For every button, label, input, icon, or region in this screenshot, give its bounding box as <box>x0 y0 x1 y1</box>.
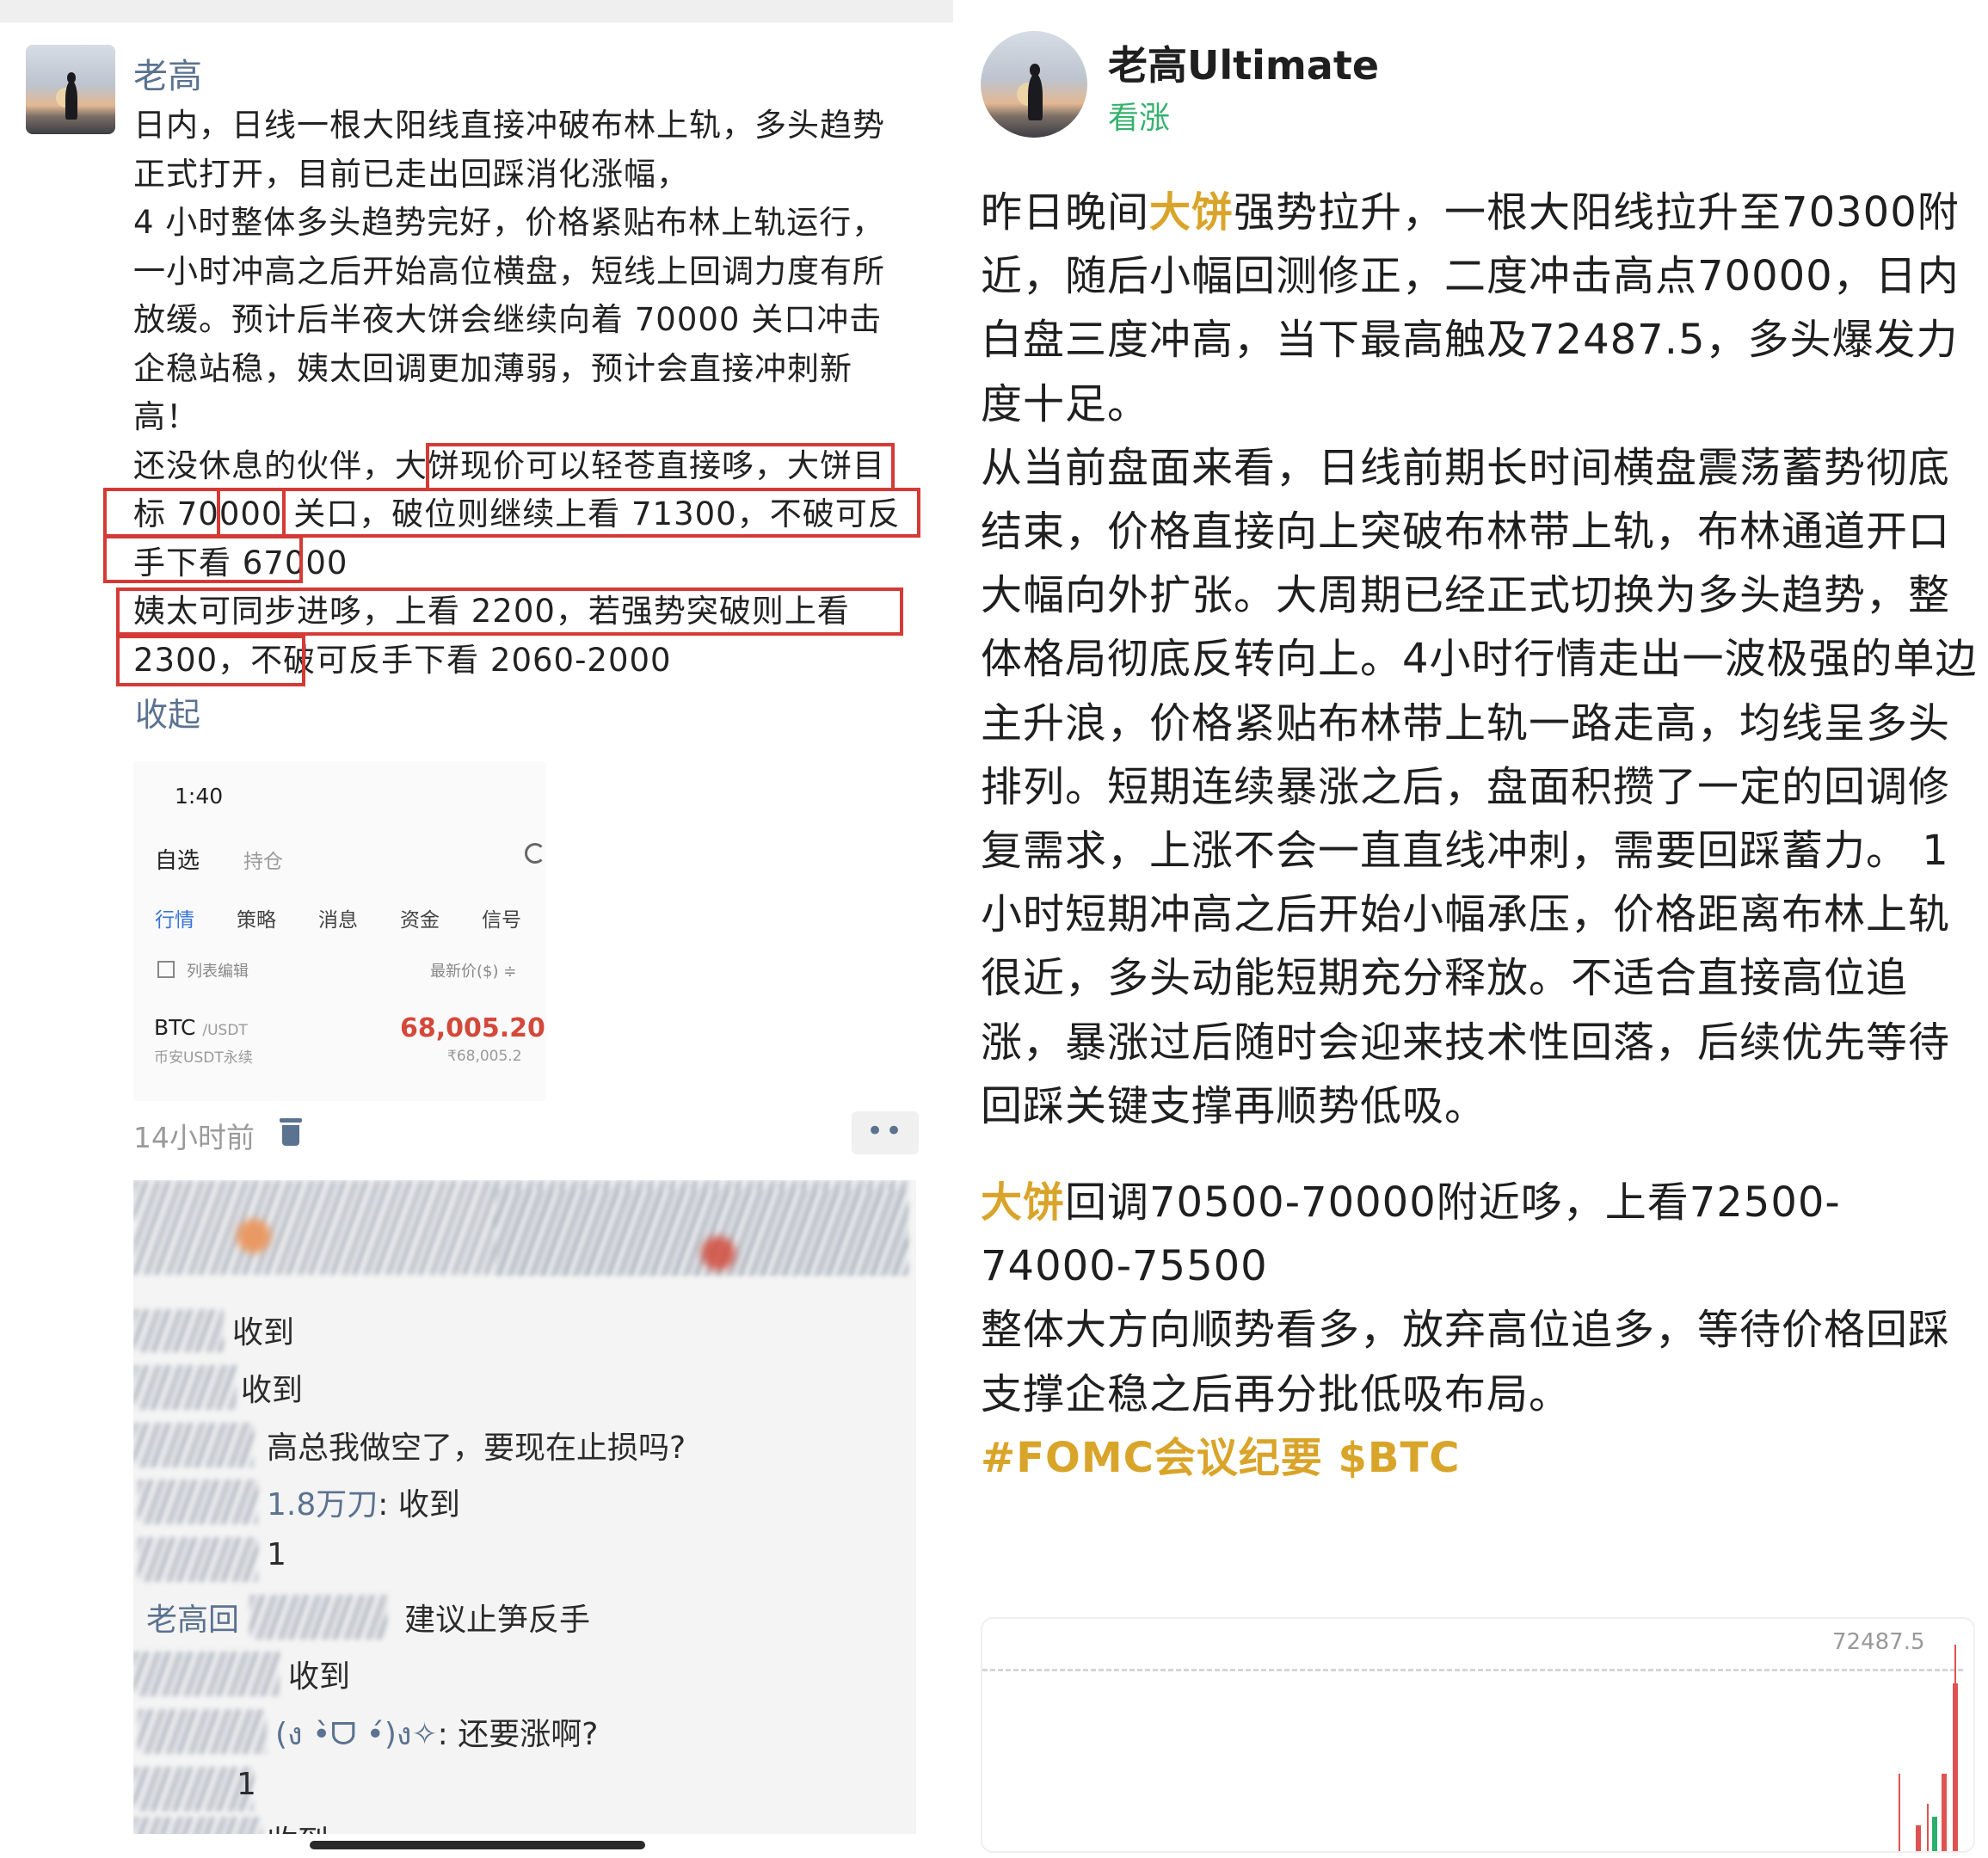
more-button[interactable]: •• <box>852 1111 919 1154</box>
post-paragraph: 从当前盘面来看，日线前期长时间横盘震荡蓄势彻底结束，价格直接向上突破布林带上轨，… <box>981 443 1978 1130</box>
comment-row: 老高回 <box>146 1595 239 1640</box>
comment-text: 收到 <box>241 1373 304 1408</box>
nav-market[interactable]: 行情 <box>155 903 194 932</box>
embedded-screenshot[interactable]: 1:40 自选 持仓 行情 策略 消息 资金 信号 列表编辑 最新价($) ≑ … <box>133 761 546 1101</box>
nav-news[interactable]: 消息 <box>318 903 358 932</box>
tab-positions[interactable]: 持仓 <box>243 845 283 874</box>
sentiment-tag: 看涨 <box>1108 101 1171 136</box>
post-paragraph: 大饼回调70500-70000附近哆，上看72500-74000-75500 <box>981 1171 1979 1298</box>
collapse-link[interactable]: 收起 <box>135 688 200 735</box>
redacted-username <box>249 1595 387 1640</box>
comment-text: 1 <box>267 1537 286 1572</box>
author-avatar[interactable] <box>26 45 115 134</box>
peak-dashed-line <box>982 1669 1963 1671</box>
comment-text: 高总我做空了，要现在止损吗? <box>267 1430 686 1466</box>
comment-text: 1 <box>237 1767 256 1802</box>
comment-user[interactable]: 老高回 <box>146 1603 239 1638</box>
comment-text: 收到 <box>288 1659 351 1695</box>
redacted-username <box>133 1817 262 1834</box>
redacted-username <box>138 1480 258 1524</box>
candle-bar <box>1953 1683 1958 1851</box>
redacted-username <box>138 1709 267 1754</box>
post-paragraph: 4 小时整体多头趋势完好，价格紧贴布林上轨运行，一小时冲高之后开始高位横盘，短线… <box>133 204 885 435</box>
comment-user[interactable]: (ง •̀ᗜ •́)ง✧ <box>275 1717 438 1752</box>
annotation-box <box>116 588 903 636</box>
post-paragraph: 整体大方向顺势看多，放弃高位追多，等待价格回踩支撑企稳之后再分批低吸布局。 <box>981 1306 1951 1418</box>
redacted-comment <box>495 1189 908 1275</box>
right-screenshot: 老高Ultimate 看涨 昨日晚间大饼强势拉升，一根大阳线拉升至70300附近… <box>953 0 1988 1858</box>
nav-funds[interactable]: 资金 <box>400 903 440 932</box>
comment-text: : 收到 <box>378 1487 460 1523</box>
price-header[interactable]: 最新价($) ≑ <box>430 959 516 981</box>
author-name[interactable]: 老高Ultimate <box>1108 34 1379 91</box>
candle-bar <box>1932 1817 1937 1851</box>
comment-row: (ง •̀ᗜ •́)ง✧: 还要涨啊? <box>275 1709 598 1758</box>
candle-bar <box>1916 1825 1921 1851</box>
author-name[interactable]: 老高 <box>133 48 202 98</box>
comment-text: 建议止笋反手 <box>404 1603 591 1638</box>
redacted-username <box>133 1365 237 1410</box>
annotation-box <box>217 488 286 538</box>
edit-icon[interactable] <box>157 961 175 978</box>
comment-user[interactable]: 1.8万刀 <box>267 1487 378 1523</box>
redacted-username <box>138 1537 258 1582</box>
comment-text: 收到 <box>232 1315 295 1350</box>
comment-row: 1.8万刀: 收到 <box>267 1480 460 1524</box>
ticker-price-cny: ₹68,005.2 <box>447 1048 522 1065</box>
comment-text: 收到 <box>267 1817 329 1834</box>
text-run: 昨日晚间 <box>981 188 1150 237</box>
author-avatar[interactable] <box>981 31 1087 138</box>
highlight-btc[interactable]: 大饼 <box>981 1178 1065 1227</box>
quote-text: /USDT <box>202 1022 248 1039</box>
redacted-username <box>133 1652 280 1696</box>
price-chart-card[interactable]: 72487.5 <box>981 1617 1975 1853</box>
comment-text: : 还要涨啊? <box>437 1717 599 1752</box>
post-paragraph: 日内，日线一根大阳线直接冲破布林上轨，多头趋势正式打开，目前已走出回踩消化涨幅， <box>133 107 885 193</box>
ticker-price: 68,005.20 <box>400 1013 545 1043</box>
top-strip <box>0 0 953 22</box>
redacted-username <box>133 1309 224 1352</box>
post-paragraph: 昨日晚间大饼强势拉升，一根大阳线拉升至70300附近，随后小幅回测修正，二度冲击… <box>981 181 1979 436</box>
nav-strategy[interactable]: 策略 <box>237 903 276 932</box>
annotation-box <box>426 443 895 491</box>
annotation-box <box>116 635 305 686</box>
refresh-icon[interactable] <box>525 843 545 864</box>
candle-bar <box>1942 1774 1947 1851</box>
redacted-username <box>133 1423 254 1467</box>
hashtags[interactable]: #FOMC会议纪要 $BTC <box>981 1426 1979 1490</box>
tab-watchlist[interactable]: 自选 <box>155 843 200 875</box>
redacted-username <box>133 1767 254 1812</box>
ticker-symbol[interactable]: BTC /USDT <box>154 1015 248 1040</box>
highlight-btc[interactable]: 大饼 <box>1149 188 1234 237</box>
annotation-box <box>103 535 303 583</box>
candle-wick <box>1899 1774 1900 1851</box>
embed-time: 1:40 <box>175 784 224 809</box>
trash-icon[interactable] <box>280 1117 302 1146</box>
post-time: 14小时前 <box>133 1121 255 1154</box>
nav-signals[interactable]: 信号 <box>482 903 521 932</box>
list-edit-label[interactable]: 列表编辑 <box>187 959 249 981</box>
candle-wick <box>1927 1804 1929 1851</box>
comments-section: 收到 收到 高总我做空了，要现在止损吗? 1.8万刀: 收到 1 老高回 建议止… <box>133 1180 916 1834</box>
symbol-text: BTC <box>154 1015 196 1040</box>
text-run: 回调70500-70000附近哆，上看72500-74000-75500 <box>981 1178 1841 1291</box>
left-screenshot: 老高 日内，日线一根大阳线直接冲破布林上轨，多头趋势正式打开，目前已走出回踩消化… <box>0 0 953 1858</box>
ticker-market: 币安USDT永续 <box>154 1049 253 1067</box>
home-indicator[interactable] <box>310 1841 645 1849</box>
post-body: 昨日晚间大饼强势拉升，一根大阳线拉升至70300附近，随后小幅回测修正，二度冲击… <box>981 181 1979 1490</box>
chart-peak-label: 72487.5 <box>1832 1629 1925 1655</box>
